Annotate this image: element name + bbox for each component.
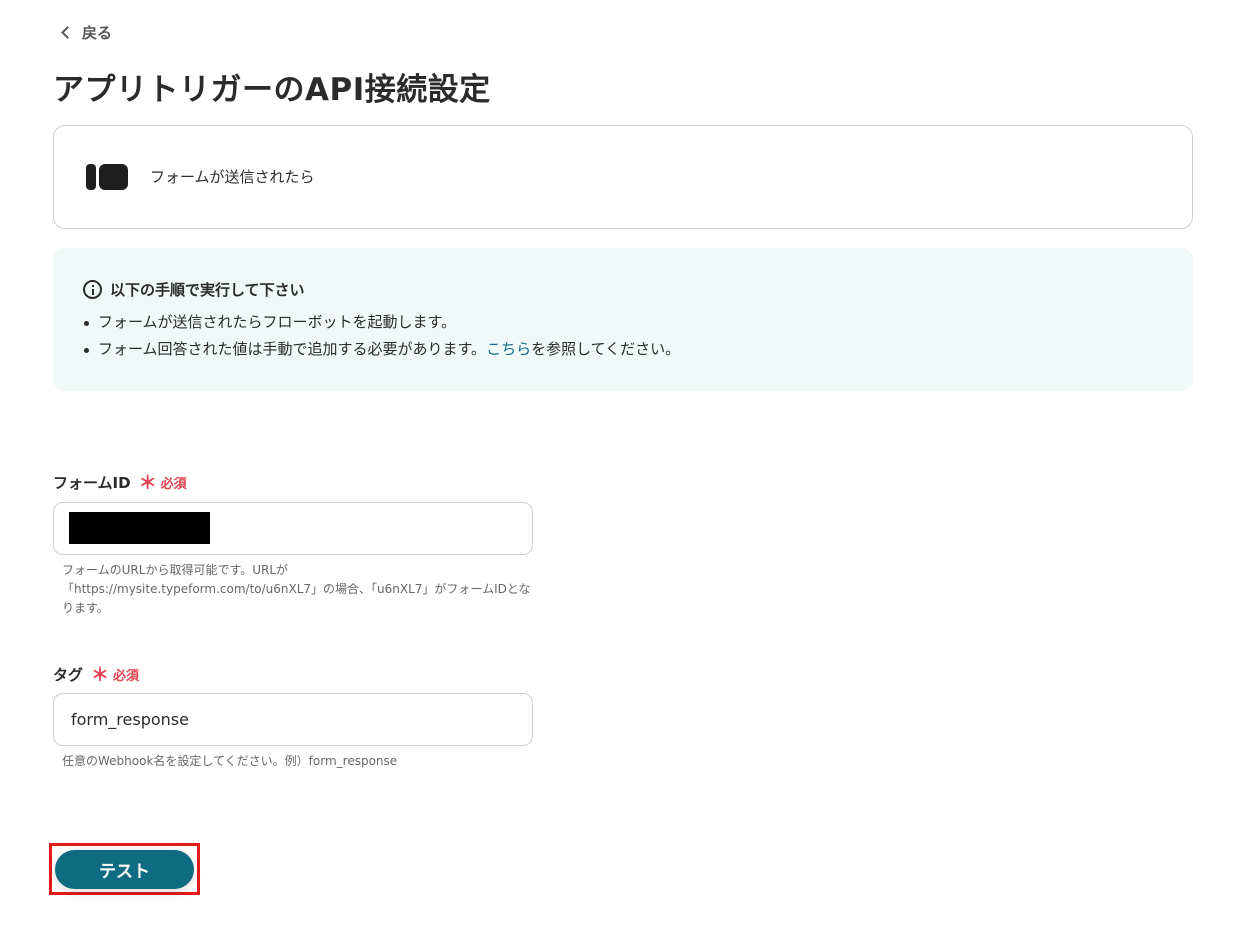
tag-input-value: form_response [71,710,189,729]
redacted-value [69,512,210,544]
test-button[interactable]: テスト [55,850,194,889]
back-link[interactable]: 戻る [60,22,112,43]
page-title: アプリトリガーのAPI接続設定 [53,72,491,108]
required-text: 必須 [160,476,187,492]
form-id-label: フォームID ＊ 必須 [53,469,187,495]
info-icon [83,280,102,299]
instructions-heading-text: 以下の手順で実行して下さい [110,281,305,299]
typeform-logo-icon [86,164,128,190]
required-text: 必須 [113,668,140,684]
instructions-list: フォームが送信されたらフローボットを起動します。 フォーム回答された値は手動で追… [83,312,680,366]
form-id-help: フォームのURLから取得可能です。URLが「https://mysite.typ… [62,563,531,615]
tag-label: タグ ＊ 必須 [53,661,139,687]
required-asterisk-icon: ＊ [138,473,157,494]
tag-input[interactable]: form_response [53,693,533,746]
trigger-label: フォームが送信されたら [150,168,315,186]
chevron-left-icon [61,26,74,39]
tag-help: 任意のWebhook名を設定してください。例）form_response [62,754,398,768]
instruction-item: フォームが送信されたらフローボットを起動します。 [83,312,680,339]
instruction-item: フォーム回答された値は手動で追加する必要があります。こちらを参照してください。 [83,339,680,366]
form-id-input[interactable] [53,502,533,555]
instructions-heading: 以下の手順で実行して下さい [83,279,305,300]
reference-link[interactable]: こちら [486,340,531,358]
app-trigger-card: フォームが送信されたら [53,125,1193,229]
back-label: 戻る [82,24,113,42]
instructions-box: 以下の手順で実行して下さい フォームが送信されたらフローボットを起動します。 フ… [53,248,1193,391]
required-asterisk-icon: ＊ [91,665,110,686]
